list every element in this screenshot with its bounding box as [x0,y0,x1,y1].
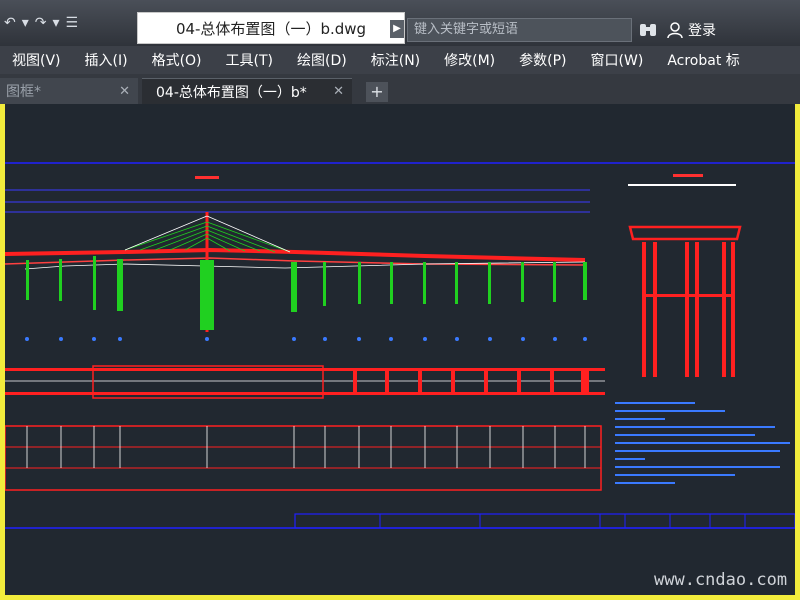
title-block-cells [379,514,746,528]
title-marker [195,176,219,179]
general-notes [615,402,790,484]
undo-icon[interactable]: ↶ [4,15,16,31]
binoculars-icon[interactable] [638,20,658,40]
menu-dimension[interactable]: 标注(N) [359,50,432,70]
close-icon[interactable]: ✕ [119,84,130,99]
tab-layout-drawing-label: 04-总体布置图（一）b* [156,84,307,101]
box-girder [628,225,742,241]
bridge-deck [4,247,586,262]
plan-deck-top [5,368,605,371]
title-block [294,513,796,529]
menu-format[interactable]: 格式(O) [140,50,214,70]
window-title: 04-总体布置图（一）b.dwg [137,12,405,44]
user-icon [667,22,683,39]
document-tab-bar: 图框* ✕ 04-总体布置图（一）b* ✕ + [0,74,800,104]
plan-deck-bottom [5,392,605,395]
menu-acrobat[interactable]: Acrobat 标 [655,50,751,70]
tab-layout-drawing[interactable]: 04-总体布置图（一）b* ✕ [142,78,352,104]
search-expand-icon[interactable]: ▶ [390,20,404,38]
ground-line [24,261,586,270]
redo-icon[interactable]: ↷ [35,15,47,31]
undo-dropdown-icon[interactable]: ▾ [22,15,29,31]
tab-frame-label: 图框* [6,84,41,100]
menu-insert[interactable]: 插入(I) [73,50,140,70]
menu-tools[interactable]: 工具(T) [214,50,285,70]
customize-toolbar-icon[interactable]: ☰ [66,15,79,31]
login-button[interactable]: 登录 [666,20,716,40]
section-title-marker [673,174,703,177]
close-icon[interactable]: ✕ [333,84,344,99]
quick-access-toolbar: ↶ ▾ ↷ ▾ ☰ [0,8,78,38]
redo-dropdown-icon[interactable]: ▾ [53,15,60,31]
menu-draw[interactable]: 绘图(D) [285,50,359,70]
menu-bar: 视图(V) 插入(I) 格式(O) 工具(T) 绘图(D) 标注(N) 修改(M… [0,46,800,74]
login-label: 登录 [688,23,716,39]
title-bar: ↶ ▾ ↷ ▾ ☰ 04-总体布置图（一）b.dwg ▶ 键入关键字或短语 登录 [0,0,800,46]
drawing-canvas[interactable] [4,104,796,595]
menu-modify[interactable]: 修改(M) [432,50,507,70]
section-piers [642,242,735,377]
menu-window[interactable]: 窗口(W) [579,50,656,70]
window-title-text: 04-总体布置图（一）b.dwg [175,19,367,38]
menu-view[interactable]: 视图(V) [0,50,73,70]
new-tab-button[interactable]: + [366,82,388,102]
tab-frame[interactable]: 图框* ✕ [0,78,138,104]
search-input[interactable]: 键入关键字或短语 [407,18,632,42]
watermark: www.cndao.com [654,570,788,590]
cad-drawing [4,162,796,529]
pier-labels [25,337,587,341]
section-dimension [628,184,736,186]
menu-parametric[interactable]: 参数(P) [507,50,578,70]
